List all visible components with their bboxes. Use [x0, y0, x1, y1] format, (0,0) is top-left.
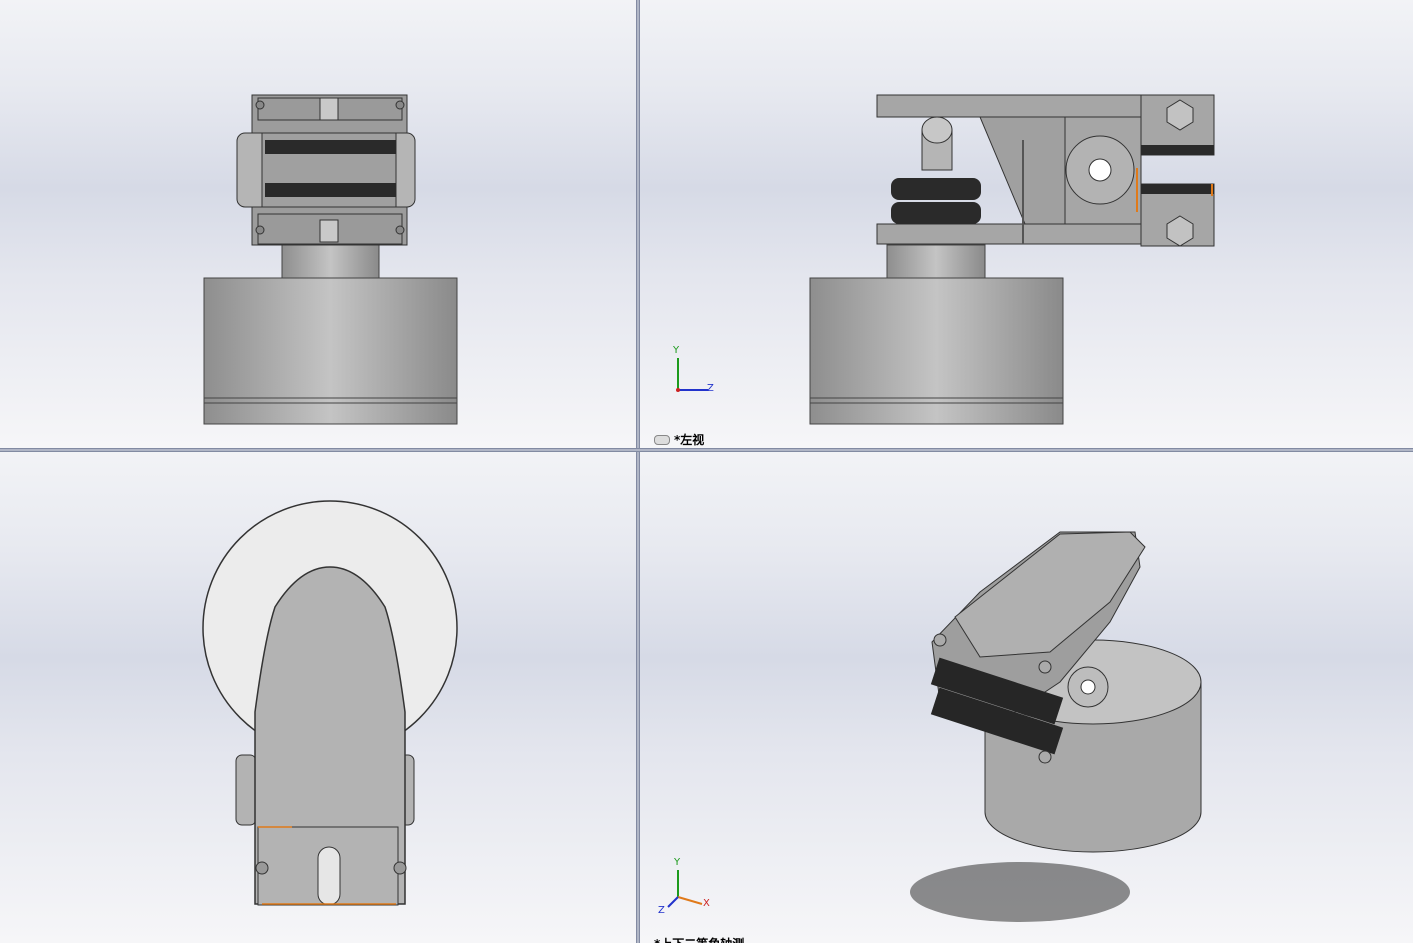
axis-x-label: X — [703, 898, 710, 909]
viewport-dimetric-view[interactable]: Y X Z *上下二等角轴测 — [640, 452, 1413, 943]
link-icon — [654, 434, 670, 445]
view-label: *上下二等角轴测 — [654, 935, 744, 943]
viewport-top-view[interactable] — [0, 452, 636, 943]
viewport-left-view[interactable]: Y Z *左视 — [640, 0, 1413, 448]
left-view-model — [676, 94, 1215, 425]
view-label: *左视 — [654, 431, 704, 448]
dimetric-view-model — [667, 531, 1202, 922]
axis-z-label: Z — [707, 383, 714, 394]
viewport-splitter-horizontal[interactable] — [0, 448, 1413, 452]
top-view-model — [202, 500, 458, 906]
rubber-pad-top — [265, 140, 396, 154]
base-cylinder — [203, 277, 458, 425]
axis-y-label: Y — [673, 345, 680, 356]
viewport-front[interactable] — [0, 0, 636, 448]
axis-triad — [676, 358, 708, 392]
front-view-model — [203, 94, 458, 425]
axis-z-label: Z — [658, 905, 665, 916]
rubber-pad-bottom — [265, 183, 396, 197]
axis-triad — [667, 870, 703, 908]
axis-y-label: Y — [674, 857, 681, 868]
viewport-splitter-vertical[interactable] — [636, 0, 640, 943]
